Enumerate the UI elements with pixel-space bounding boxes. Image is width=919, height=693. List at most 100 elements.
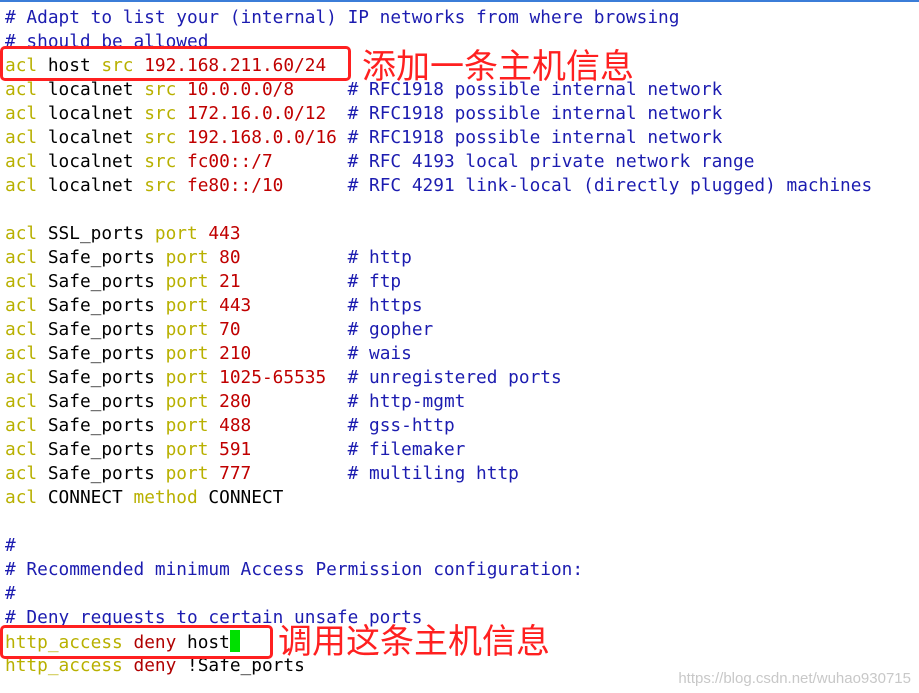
token-keyword: port [165, 343, 209, 364]
token-comment: # https [251, 295, 423, 316]
token-value: fe80::/10 [176, 175, 284, 196]
annotation-add-host: 添加一条主机信息 [362, 47, 634, 87]
code-line: acl Safe_ports port 70 # gopher [5, 318, 872, 342]
code-line: acl Safe_ports port 777 # multiling http [5, 462, 872, 486]
token-text: localnet [37, 79, 145, 100]
token-keyword: src [144, 151, 177, 172]
token-keyword: src [144, 79, 177, 100]
token-keyword: acl [5, 247, 38, 268]
token-comment: # RFC 4291 link-local (directly plugged)… [283, 175, 873, 196]
token-comment: # RFC1918 possible internal network [336, 127, 723, 148]
token-text: Safe_ports [37, 271, 166, 292]
token-keyword: src [144, 127, 177, 148]
token-text: Safe_ports [37, 343, 166, 364]
token-keyword: acl [5, 487, 38, 508]
token-comment: # gopher [240, 319, 434, 340]
token-comment: # filemaker [251, 439, 466, 460]
token-keyword: port [165, 391, 209, 412]
token-comment: # http [240, 247, 412, 268]
token-value: 10.0.0.0/8 [176, 79, 295, 100]
code-line: acl Safe_ports port 1025-65535 # unregis… [5, 366, 872, 390]
token-keyword: acl [5, 127, 38, 148]
token-keyword: src [144, 175, 177, 196]
code-line: acl Safe_ports port 210 # wais [5, 342, 872, 366]
token-comment: # Adapt to list your (internal) IP netwo… [5, 7, 680, 28]
token-comment: # RFC1918 possible internal network [326, 103, 723, 124]
token-value: 488 [208, 415, 252, 436]
token-text: Safe_ports [37, 247, 166, 268]
token-text: SSL_ports [37, 223, 155, 244]
token-keyword: port [165, 439, 209, 460]
token-keyword: port [165, 319, 209, 340]
token-comment: # RFC 4193 local private network range [272, 151, 755, 172]
token-comment: # [5, 535, 16, 556]
token-comment: # Recommended minimum Access Permission … [5, 559, 584, 580]
token-keyword: port [165, 463, 209, 484]
token-keyword: acl [5, 223, 38, 244]
token-keyword: acl [5, 343, 38, 364]
token-value: 192.168.0.0/16 [176, 127, 337, 148]
token-keyword: acl [5, 391, 38, 412]
window-top-border [0, 0, 919, 2]
annotation-use-host: 调用这条主机信息 [278, 622, 550, 662]
code-line: acl SSL_ports port 443 [5, 222, 872, 246]
token-text: CONNECT [37, 487, 134, 508]
token-keyword: port [165, 295, 209, 316]
token-value: 443 [208, 295, 252, 316]
token-text: Safe_ports [37, 391, 166, 412]
token-keyword: src [144, 103, 177, 124]
code-line: acl Safe_ports port 443 # https [5, 294, 872, 318]
text-editor[interactable]: # Adapt to list your (internal) IP netwo… [5, 6, 872, 678]
token-keyword: method [133, 487, 198, 508]
token-value: 443 [197, 223, 241, 244]
code-line: acl Safe_ports port 591 # filemaker [5, 438, 872, 462]
code-line: acl Safe_ports port 280 # http-mgmt [5, 390, 872, 414]
token-text: CONNECT [197, 487, 284, 508]
token-keyword: port [165, 367, 209, 388]
token-keyword: acl [5, 415, 38, 436]
token-keyword: acl [5, 463, 38, 484]
token-keyword: port [165, 415, 209, 436]
token-comment: # wais [251, 343, 412, 364]
token-keyword: acl [5, 319, 38, 340]
code-line: acl localnet src 192.168.0.0/16 # RFC191… [5, 126, 872, 150]
code-line: acl Safe_ports port 21 # ftp [5, 270, 872, 294]
code-line: # Recommended minimum Access Permission … [5, 558, 872, 582]
token-text: Safe_ports [37, 319, 166, 340]
token-value: 210 [208, 343, 252, 364]
token-keyword: acl [5, 79, 38, 100]
token-text: Safe_ports [37, 415, 166, 436]
highlight-box-acl-host [0, 46, 351, 81]
token-value: 777 [208, 463, 252, 484]
token-text: Safe_ports [37, 439, 166, 460]
highlight-box-http-access-host [0, 625, 273, 659]
token-keyword: port [165, 271, 209, 292]
token-keyword: acl [5, 367, 38, 388]
token-text: Safe_ports [37, 295, 166, 316]
token-value: 1025-65535 [208, 367, 327, 388]
token-text: localnet [37, 151, 145, 172]
token-keyword: acl [5, 295, 38, 316]
token-comment: # unregistered ports [326, 367, 562, 388]
token-value: 280 [208, 391, 252, 412]
token-comment: # ftp [240, 271, 402, 292]
watermark: https://blog.csdn.net/wuhao930715 [678, 670, 911, 687]
token-keyword: acl [5, 151, 38, 172]
code-line: # [5, 582, 872, 606]
token-text: Safe_ports [37, 367, 166, 388]
token-value: fc00::/7 [176, 151, 273, 172]
token-value: 21 [208, 271, 241, 292]
token-keyword: port [154, 223, 198, 244]
code-line: acl Safe_ports port 80 # http [5, 246, 872, 270]
token-keyword: acl [5, 271, 38, 292]
code-line: # [5, 534, 872, 558]
token-text: localnet [37, 175, 145, 196]
code-line: acl localnet src fe80::/10 # RFC 4291 li… [5, 174, 872, 198]
token-comment: # multiling http [251, 463, 519, 484]
token-value: 70 [208, 319, 241, 340]
code-line: acl Safe_ports port 488 # gss-http [5, 414, 872, 438]
token-keyword: acl [5, 103, 38, 124]
token-text: localnet [37, 127, 145, 148]
